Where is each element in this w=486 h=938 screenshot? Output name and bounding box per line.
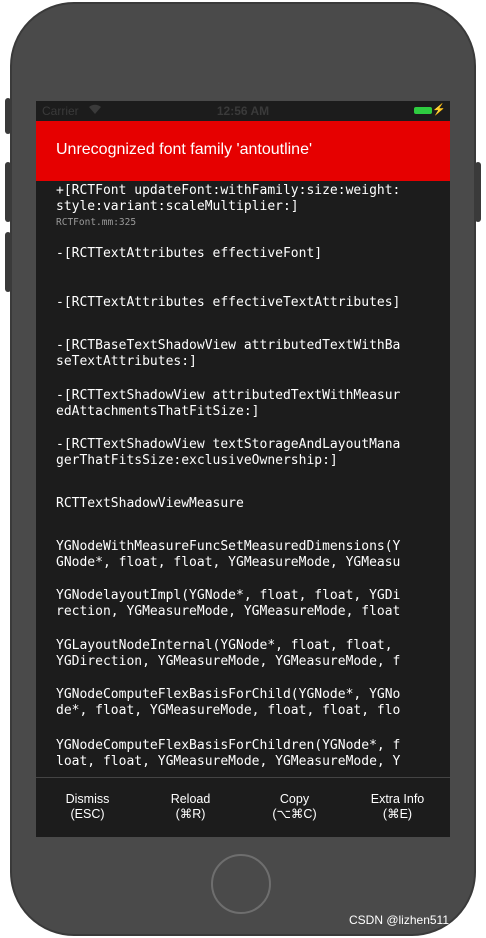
frame-line-2: YGDirection, YGMeasureMode, YGMeasureMod… — [56, 654, 401, 669]
frame-source-file: RCTFont.mm:325 — [56, 217, 137, 228]
frame-line-1: -[RCTBaseTextShadowView attributedTextWi… — [56, 338, 401, 353]
action-bar: Dismiss (ESC) Reload (⌘R) Copy (⌥⌘C) Ext… — [36, 777, 450, 837]
stack-frame[interactable]: -[RCTBaseTextShadowView attributedTextWi… — [56, 338, 428, 370]
device-screen: Carrier 12:56 AM ⚡ Unrecognized font fam… — [36, 101, 450, 837]
mute-switch — [5, 98, 11, 134]
frame-line-1: -[RCTTextAttributes effectiveTextAttribu… — [56, 295, 401, 310]
frame-line-2: seTextAttributes:] — [56, 354, 197, 369]
reload-shortcut: (⌘R) — [175, 807, 206, 821]
frame-line-1: YGNodelayoutImpl(YGNode*, float, float, … — [56, 588, 401, 603]
dismiss-button[interactable]: Dismiss (ESC) — [36, 792, 139, 822]
error-title: Unrecognized font family 'antoutline' — [56, 141, 313, 158]
home-button[interactable] — [211, 854, 271, 914]
stack-frame[interactable]: YGNodeComputeFlexBasisForChildren(YGNode… — [56, 738, 428, 770]
status-bar: Carrier 12:56 AM ⚡ — [36, 101, 450, 121]
frame-line-1: +[RCTFont updateFont:withFamily:size:wei… — [56, 183, 401, 198]
reload-button[interactable]: Reload (⌘R) — [139, 792, 242, 822]
volume-up-button — [5, 162, 11, 222]
stack-frame[interactable]: -[RCTTextAttributes effectiveTextAttribu… — [56, 295, 428, 311]
frame-line-2: de*, float, YGMeasureMode, float, float,… — [56, 703, 401, 718]
extra-info-label: Extra Info — [370, 792, 425, 806]
frame-line-1: -[RCTTextShadowView textStorageAndLayout… — [56, 437, 401, 452]
dismiss-shortcut: (ESC) — [70, 807, 105, 821]
frame-line-1: YGNodeComputeFlexBasisForChild(YGNode*, … — [56, 687, 401, 702]
frame-line-1: YGNodeComputeFlexBasisForChildren(YGNode… — [56, 738, 401, 753]
stack-frame[interactable]: +[RCTFont updateFont:withFamily:size:wei… — [56, 183, 428, 215]
charging-bolt-icon: ⚡ — [432, 104, 446, 116]
frame-line-1: RCTTextShadowViewMeasure — [56, 496, 244, 511]
copy-button[interactable]: Copy (⌥⌘C) — [243, 792, 346, 822]
power-button — [475, 162, 481, 222]
frame-line-1: YGNodeWithMeasureFuncSetMeasuredDimensio… — [56, 539, 401, 554]
stack-frame[interactable]: -[RCTTextShadowView attributedTextWithMe… — [56, 388, 428, 420]
frame-line-2: edAttachmentsThatFitSize:] — [56, 404, 260, 419]
status-time: 12:56 AM — [216, 104, 270, 118]
frame-line-2: GNode*, float, float, YGMeasureMode, YGM… — [56, 555, 401, 570]
stack-frame[interactable]: -[RCTTextAttributes effectiveFont] — [56, 246, 428, 262]
stack-frame[interactable]: RCTTextShadowViewMeasure — [56, 496, 428, 512]
dismiss-label: Dismiss — [65, 792, 110, 806]
watermark-text: CSDN @lizhen511 — [349, 913, 450, 927]
stack-frame[interactable]: YGNodeComputeFlexBasisForChild(YGNode*, … — [56, 687, 428, 719]
error-header: Unrecognized font family 'antoutline' — [36, 121, 450, 181]
frame-line-1: YGLayoutNodeInternal(YGNode*, float, flo… — [56, 638, 393, 653]
frame-line-1: -[RCTTextShadowView attributedTextWithMe… — [56, 388, 401, 403]
extra-info-shortcut: (⌘E) — [382, 807, 413, 821]
battery-icon — [414, 107, 432, 114]
frame-line-2: rection, YGMeasureMode, YGMeasureMode, f… — [56, 604, 401, 619]
copy-label: Copy — [279, 792, 310, 806]
stack-frame[interactable]: -[RCTTextShadowView textStorageAndLayout… — [56, 437, 428, 469]
copy-shortcut: (⌥⌘C) — [272, 807, 317, 821]
extra-info-button[interactable]: Extra Info (⌘E) — [346, 792, 449, 822]
stack-frame[interactable]: YGNodelayoutImpl(YGNode*, float, float, … — [56, 588, 428, 620]
stack-frame[interactable]: YGNodeWithMeasureFuncSetMeasuredDimensio… — [56, 539, 428, 571]
frame-line-2: gerThatFitsSize:exclusiveOwnership:] — [56, 453, 338, 468]
stack-trace[interactable]: +[RCTFont updateFont:withFamily:size:wei… — [36, 181, 450, 777]
frame-line-2: style:variant:scaleMultiplier:] — [56, 199, 299, 214]
frame-line-2: loat, float, YGMeasureMode, YGMeasureMod… — [56, 754, 401, 769]
volume-down-button — [5, 232, 11, 292]
stack-frame[interactable]: YGLayoutNodeInternal(YGNode*, float, flo… — [56, 638, 428, 670]
reload-label: Reload — [170, 792, 211, 806]
frame-line-1: -[RCTTextAttributes effectiveFont] — [56, 246, 323, 261]
